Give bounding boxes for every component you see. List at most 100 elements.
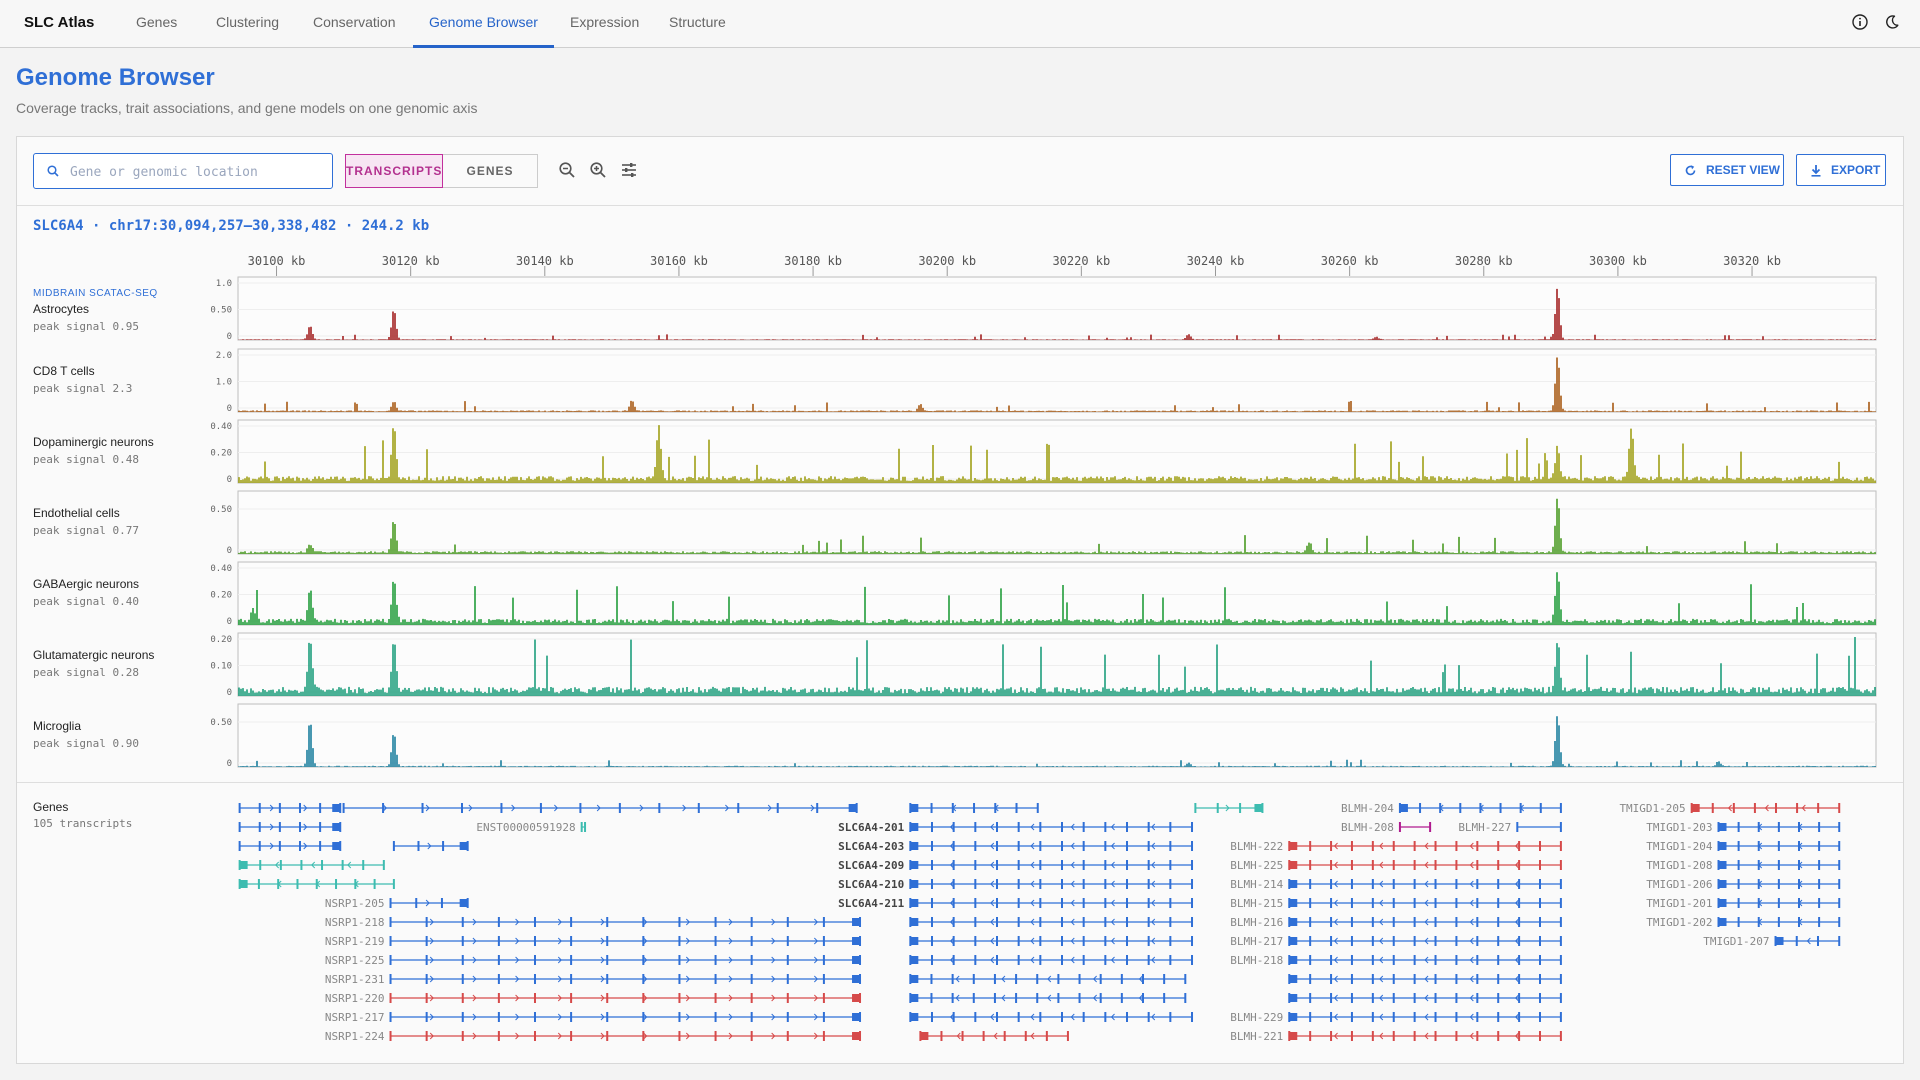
exon (1796, 803, 1799, 813)
exon (930, 822, 933, 832)
exon (1497, 860, 1500, 870)
exon (1191, 841, 1194, 851)
transcript-label: BLMH-217 (1230, 935, 1283, 948)
exon (1104, 841, 1107, 851)
exon (500, 803, 503, 813)
exon (442, 841, 445, 851)
exon (1039, 841, 1042, 851)
exon (461, 993, 464, 1003)
transcript-model: TMIGD1-205 (1619, 802, 1841, 815)
exon (570, 1012, 573, 1022)
track-tick-label: 0.40 (210, 564, 232, 574)
transcript-model (919, 1031, 1069, 1041)
exon (1015, 974, 1018, 984)
exon (1455, 879, 1458, 889)
transcript-label: BLMH-215 (1230, 897, 1283, 910)
exon (1518, 917, 1521, 927)
exon (1126, 917, 1129, 927)
exon (1017, 898, 1020, 908)
exon (1499, 803, 1502, 813)
transcript-model (909, 917, 1194, 927)
transcript-model: TMIGD1-208 (1646, 859, 1841, 872)
exon (1330, 898, 1333, 908)
exon (1289, 956, 1298, 964)
exon (952, 879, 955, 889)
exon (1775, 937, 1784, 945)
exon (1434, 879, 1437, 889)
exon (1518, 974, 1521, 984)
exon (1413, 917, 1416, 927)
exon (1539, 974, 1542, 984)
exon (930, 974, 933, 984)
exon (1350, 974, 1353, 984)
exon (1392, 936, 1395, 946)
exon (533, 936, 536, 946)
track-tick-label: 2.0 (216, 351, 232, 361)
exon (606, 955, 609, 965)
exon (786, 1012, 789, 1022)
exon (952, 860, 955, 870)
exon (1309, 936, 1312, 946)
exon (1559, 898, 1562, 908)
exon (1045, 1031, 1048, 1041)
exon (1518, 1012, 1521, 1022)
exon (421, 803, 424, 813)
exon (1126, 936, 1129, 946)
exon (1082, 898, 1085, 908)
exon (1392, 860, 1395, 870)
exon (1516, 822, 1519, 832)
exon (1413, 974, 1416, 984)
exon (1289, 842, 1298, 850)
exon (678, 955, 681, 965)
exon (1434, 993, 1437, 1003)
exon (1126, 860, 1129, 870)
exon (750, 974, 753, 984)
exon (1413, 1012, 1416, 1022)
exon (1413, 993, 1416, 1003)
exon (1169, 936, 1172, 946)
exon (1434, 898, 1437, 908)
exon (392, 841, 395, 851)
exon (354, 879, 357, 889)
transcript-label: BLMH-227 (1458, 821, 1511, 834)
exon (1476, 917, 1479, 927)
exon (1559, 803, 1562, 813)
exon (1559, 993, 1562, 1003)
exon (1061, 822, 1064, 832)
exon (342, 803, 345, 813)
exon (930, 936, 933, 946)
exon (332, 804, 341, 812)
exon (974, 898, 977, 908)
exon (382, 860, 385, 870)
exon (461, 1012, 464, 1022)
exon (822, 993, 825, 1003)
exon (533, 917, 536, 927)
exon (1191, 917, 1194, 927)
exon (1289, 880, 1298, 888)
exon (1078, 993, 1081, 1003)
exon (972, 974, 975, 984)
transcript-model (909, 803, 1039, 813)
exon (1817, 803, 1820, 813)
exon (1371, 1031, 1374, 1041)
exon (1718, 842, 1727, 850)
exon (910, 899, 919, 907)
genome-plot[interactable]: 30100 kb 30120 kb 30140 kb 30160 kb 30180 kb… (0, 0, 1920, 1080)
exon (972, 993, 975, 1003)
transcript-label: BLMH-218 (1230, 954, 1283, 967)
exon (1518, 955, 1521, 965)
exon (1309, 898, 1312, 908)
transcript-model (909, 1012, 1194, 1022)
exon (1350, 879, 1353, 889)
exon (389, 993, 392, 1003)
exon (497, 1031, 500, 1041)
transcript-label: NSRP1-224 (325, 1030, 385, 1043)
exon (1476, 936, 1479, 946)
exon (816, 803, 819, 813)
transcript-label: NSRP1-205 (325, 897, 385, 910)
exon (1309, 993, 1312, 1003)
exon (974, 917, 977, 927)
exon (1289, 899, 1298, 907)
exon (952, 898, 955, 908)
exon (714, 917, 717, 927)
